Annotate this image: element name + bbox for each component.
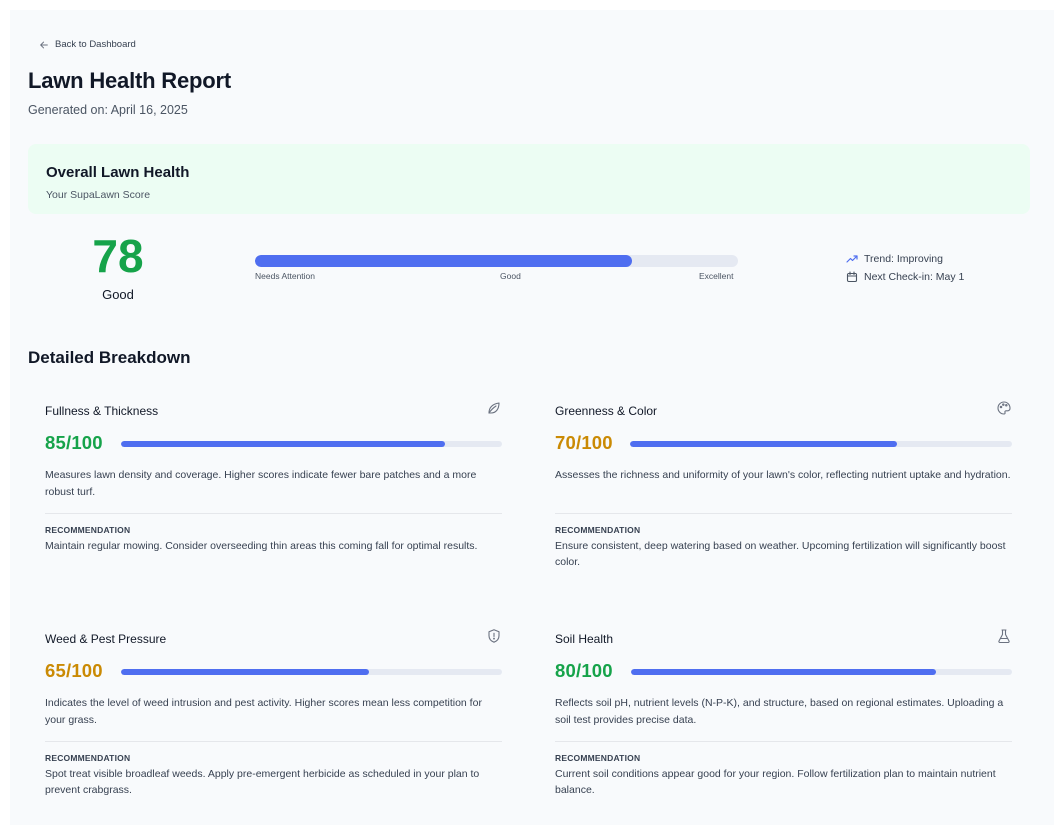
recommendation-label: RECOMMENDATION (555, 525, 641, 535)
category-score: 85/100 (45, 432, 103, 453)
next-checkin-row: Next Check-in: May 1 (846, 271, 964, 283)
category-description: Reflects soil pH, nutrient levels (N-P-K… (555, 697, 1004, 726)
category-progress-fill (121, 669, 369, 675)
scale-label-low: Needs Attention (255, 271, 316, 281)
category-description: Measures lawn density and coverage. High… (45, 469, 477, 498)
overall-health-card: Overall Lawn Health Your SupaLawn Score (28, 144, 1030, 214)
overall-subtitle: Your SupaLawn Score (46, 189, 151, 201)
scale-label-mid: Good (500, 271, 521, 281)
category-progress-bar (630, 441, 1012, 447)
arrow-left-icon (40, 41, 48, 48)
category-description: Indicates the level of weed intrusion an… (45, 697, 482, 726)
category-score: 70/100 (555, 432, 613, 453)
back-label: Back to Dashboard (55, 39, 136, 50)
recommendation-text: Spot treat visible broadleaf weeds. Appl… (45, 768, 480, 796)
palette-icon (997, 401, 1011, 415)
divider (45, 513, 502, 514)
category-score: 65/100 (45, 660, 103, 681)
overall-progress-bar (255, 255, 738, 267)
divider (45, 741, 502, 742)
shield-alert-icon (488, 629, 500, 643)
overall-title: Overall Lawn Health (46, 164, 190, 181)
recommendation-label: RECOMMENDATION (45, 753, 131, 763)
trend-row: Trend: Improving (846, 253, 943, 265)
calendar-icon (846, 271, 858, 283)
category-name: Fullness & Thickness (45, 404, 159, 418)
divider (555, 513, 1012, 514)
trend-text: Trend: Improving (864, 253, 943, 265)
category-progress-fill (631, 669, 936, 675)
back-to-dashboard-link[interactable]: Back to Dashboard (39, 39, 136, 50)
category-progress-bar (121, 669, 502, 675)
category-name: Greenness & Color (555, 404, 658, 418)
section-title-breakdown: Detailed Breakdown (28, 348, 191, 367)
category-score: 80/100 (555, 660, 613, 681)
leaf-icon (488, 402, 500, 414)
recommendation-text: Current soil conditions appear good for … (555, 768, 996, 796)
recommendation-text: Ensure consistent, deep watering based o… (555, 540, 1006, 568)
generated-date: Generated on: April 16, 2025 (28, 103, 188, 117)
category-description: Assesses the richness and uniformity of … (555, 469, 1011, 481)
recommendation-text: Maintain regular mowing. Consider overse… (45, 540, 478, 552)
next-checkin-text: Next Check-in: May 1 (864, 271, 965, 283)
overall-score: 78 (92, 230, 144, 282)
flask-icon (998, 629, 1010, 644)
category-progress-fill (630, 441, 898, 447)
overall-rating: Good (102, 287, 134, 302)
category-progress-bar (631, 669, 1012, 675)
divider (555, 741, 1012, 742)
overall-progress-fill (255, 255, 632, 267)
trending-up-icon (846, 255, 858, 263)
recommendation-label: RECOMMENDATION (45, 525, 131, 535)
page-title: Lawn Health Report (28, 68, 231, 93)
scale-label-high: Excellent (699, 271, 734, 281)
category-name: Weed & Pest Pressure (45, 632, 167, 646)
category-name: Soil Health (555, 632, 614, 646)
recommendation-label: RECOMMENDATION (555, 753, 641, 763)
category-progress-bar (121, 441, 502, 447)
category-progress-fill (121, 441, 445, 447)
